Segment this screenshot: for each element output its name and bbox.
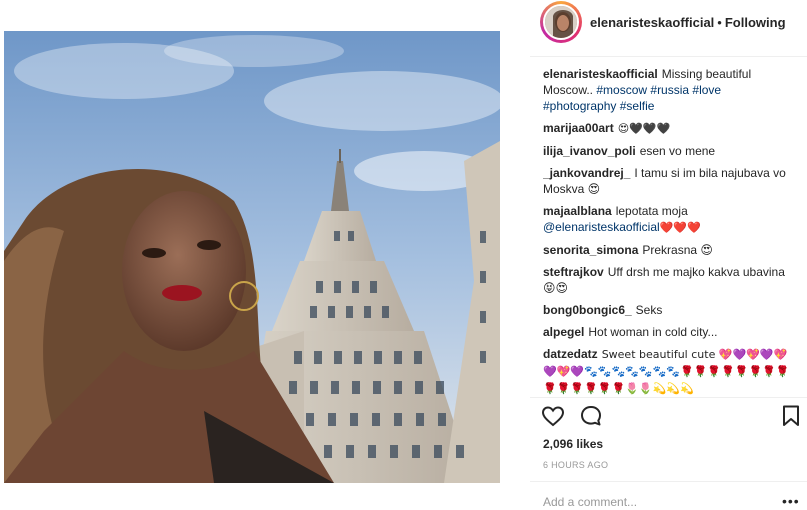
hashtag-link[interactable]: #moscow [596, 83, 647, 97]
username-link[interactable]: elenaristeskaofficial [590, 15, 714, 30]
comment-emoji: ❤️❤️❤️ [659, 221, 701, 234]
header-divider [530, 56, 807, 57]
post-timestamp[interactable]: 6 HOURS AGO [543, 460, 608, 470]
hashtag-link[interactable]: #photography [543, 99, 616, 113]
comment-text: Hot woman in cold city... [588, 325, 718, 339]
avatar-image [543, 4, 579, 40]
comment: ilija_ivanov_poli esen vo mene [543, 143, 795, 159]
comment-username[interactable]: datzedatz [543, 347, 598, 361]
likes-count[interactable]: 2,096 likes [543, 437, 603, 451]
following-button[interactable]: Following [725, 15, 786, 30]
comment: senorita_simona Prekrasna 😍 [543, 242, 795, 258]
bookmark-icon[interactable] [779, 404, 803, 433]
add-comment-input[interactable] [543, 493, 793, 510]
more-options-icon[interactable]: ••• [782, 493, 800, 509]
mention-link[interactable]: @elenaristeskaofficial [543, 220, 660, 234]
comment-text: Seks [635, 303, 663, 317]
comment-username[interactable]: marijaa00art [543, 121, 614, 135]
comment: _jankovandrej_ I tamu si im bila najubava… [543, 165, 795, 197]
comment-username[interactable]: alpegel [543, 325, 584, 339]
comment: alpegel Hot woman in cold city... [543, 324, 795, 340]
comments-section[interactable]: elenaristeskaofficial Missing beautiful M… [543, 66, 795, 397]
comment-username[interactable]: _jankovandrej_ [543, 166, 630, 180]
comment-username[interactable]: senorita_simona [543, 243, 638, 257]
hashtag-link[interactable]: #selfie [620, 99, 655, 113]
comment-box-divider [530, 481, 807, 482]
comment: steftrajkov Uff drsh me majko kakva ubavi… [543, 264, 795, 296]
post-photo[interactable] [4, 31, 500, 483]
header-text: elenaristeskaofficial • Following [590, 15, 786, 30]
hashtag-link[interactable]: #love [692, 83, 721, 97]
comment-username[interactable]: bong0bongic6_ [543, 303, 632, 317]
comment-text: lepotata moja [615, 204, 688, 218]
caption: elenaristeskaofficial Missing beautiful M… [543, 66, 795, 114]
comment: marijaa00art 😍🖤🖤🖤 [543, 120, 795, 137]
comment-text: esen vo mene [639, 144, 716, 158]
post-header: elenaristeskaofficial • Following [530, 0, 807, 44]
comment: majaalblana lepotata moja @elenaristeskao… [543, 203, 795, 236]
separator-dot: • [717, 14, 722, 30]
comment: datzedatz Sweet beautiful cute 💖💜💖💜💖💜💖💜🐾🐾… [543, 346, 795, 397]
speech-bubble-icon[interactable] [579, 404, 603, 433]
action-bar [541, 404, 803, 432]
comment-username[interactable]: ilija_ivanov_poli [543, 144, 636, 158]
photo-illustration [4, 31, 500, 483]
caption-username[interactable]: elenaristeskaofficial [543, 67, 658, 81]
hashtag-link[interactable]: #russia [650, 83, 689, 97]
comment-username[interactable]: steftrajkov [543, 265, 604, 279]
heart-outline-icon[interactable] [541, 404, 565, 433]
comments-divider [530, 397, 807, 398]
comment-text: 😍🖤🖤🖤 [617, 122, 671, 135]
comment: bong0bongic6_ Seks [543, 302, 795, 318]
comment-username[interactable]: majaalblana [543, 204, 612, 218]
comment-text: Prekrasna 😍 [642, 243, 713, 257]
avatar[interactable] [540, 1, 582, 43]
